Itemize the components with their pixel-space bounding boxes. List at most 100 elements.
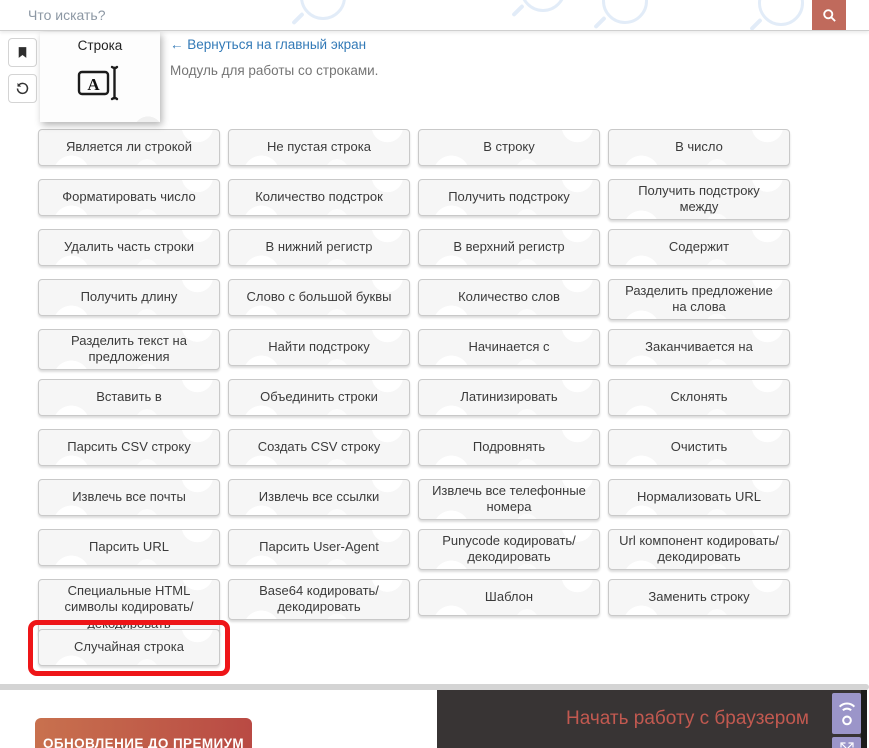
search-button[interactable] bbox=[812, 0, 846, 30]
function-grid: Является ли строкой Не пустая строка В стр… bbox=[28, 129, 794, 679]
browser-promo-panel: Начать работу с браузером bbox=[437, 690, 861, 748]
function-button[interactable]: Количество слов bbox=[418, 279, 600, 316]
scrollbar[interactable] bbox=[861, 690, 867, 748]
function-button[interactable]: Punycode кодировать/ декодировать bbox=[418, 529, 600, 570]
function-button[interactable]: Объединить строки bbox=[228, 379, 410, 416]
grid-cell: Парсить URL bbox=[38, 529, 220, 579]
function-button[interactable]: Форматировать число bbox=[38, 179, 220, 216]
function-button[interactable]: В число bbox=[608, 129, 790, 166]
string-type-icon: A bbox=[40, 63, 160, 108]
grid-cell: Шаблон bbox=[418, 579, 600, 629]
function-button[interactable]: Извлечь все телефонные номера bbox=[418, 479, 600, 520]
function-button[interactable]: Найти подстроку bbox=[228, 329, 410, 366]
grid-cell: Объединить строки bbox=[228, 379, 410, 429]
svg-text:A: A bbox=[87, 75, 100, 94]
grid-cell: Количество слов bbox=[418, 279, 600, 329]
back-link[interactable]: ← Вернуться на главный экран bbox=[170, 37, 366, 52]
function-button[interactable]: Парсить User-Agent bbox=[228, 529, 410, 566]
grid-cell: Создать CSV строку bbox=[228, 429, 410, 479]
premium-upgrade-button[interactable]: ОБНОВЛЕНИЕ ДО ПРЕМИУМ bbox=[35, 718, 252, 748]
grid-cell: Склонять bbox=[608, 379, 790, 429]
grid-cell: Специальные HTML символы кодировать/деко… bbox=[38, 579, 220, 636]
grid-cell: Парсить User-Agent bbox=[228, 529, 410, 579]
fullscreen-icon bbox=[838, 740, 856, 748]
function-button[interactable]: Парсить URL bbox=[38, 529, 220, 566]
search-icon bbox=[822, 8, 837, 23]
function-button[interactable]: Подровнять bbox=[418, 429, 600, 466]
function-button[interactable]: Создать CSV строку bbox=[228, 429, 410, 466]
function-button[interactable]: Количество подстрок bbox=[228, 179, 410, 216]
grid-cell: Форматировать число bbox=[38, 179, 220, 229]
function-button[interactable]: Разделить текст на предложения bbox=[38, 329, 220, 370]
function-button[interactable]: Нормализовать URL bbox=[608, 479, 790, 516]
function-button-highlighted[interactable]: Случайная строка bbox=[28, 620, 230, 676]
function-button[interactable]: Заменить строку bbox=[608, 579, 790, 616]
module-card-stroka[interactable]: Строка A bbox=[40, 32, 160, 122]
function-button[interactable]: Получить длину bbox=[38, 279, 220, 316]
function-button[interactable]: Начинается с bbox=[418, 329, 600, 366]
function-button[interactable]: Склонять bbox=[608, 379, 790, 416]
grid-cell: Base64 кодировать/ декодировать bbox=[228, 579, 410, 629]
grid-cell: Подровнять bbox=[418, 429, 600, 479]
function-button[interactable]: Слово с большой буквы bbox=[228, 279, 410, 316]
function-button[interactable]: Извлечь все почты bbox=[38, 479, 220, 516]
grid-cell: В нижний регистр bbox=[228, 229, 410, 279]
grid-cell: Нормализовать URL bbox=[608, 479, 790, 529]
fullscreen-button[interactable] bbox=[832, 737, 861, 748]
cast-icon bbox=[836, 698, 858, 730]
grid-cell: Содержит bbox=[608, 229, 790, 279]
grid-cell: Заканчивается на bbox=[608, 329, 790, 379]
function-button[interactable]: Специальные HTML символы кодировать/деко… bbox=[38, 579, 220, 636]
search-header bbox=[0, 0, 869, 31]
grid-cell: Заменить строку bbox=[608, 579, 790, 629]
function-button[interactable]: Парсить CSV строку bbox=[38, 429, 220, 466]
grid-cell: Получить длину bbox=[38, 279, 220, 329]
grid-cell: Получить подстроку между bbox=[608, 179, 790, 229]
grid-cell: В верхний регистр bbox=[418, 229, 600, 279]
start-browser-link[interactable]: Начать работу с браузером bbox=[566, 708, 809, 730]
function-button[interactable]: В строку bbox=[418, 129, 600, 166]
function-button[interactable]: Base64 кодировать/ декодировать bbox=[228, 579, 410, 620]
grid-cell: Найти подстроку bbox=[228, 329, 410, 379]
function-button[interactable]: Вставить в bbox=[38, 379, 220, 416]
function-button[interactable]: Не пустая строка bbox=[228, 129, 410, 166]
function-button[interactable]: Получить подстроку bbox=[418, 179, 600, 216]
cast-button[interactable] bbox=[832, 693, 861, 734]
function-button[interactable]: Разделить предложение на слова bbox=[608, 279, 790, 320]
grid-cell: В строку bbox=[418, 129, 600, 179]
function-button[interactable]: Является ли строкой bbox=[38, 129, 220, 166]
bookmark-icon bbox=[16, 45, 29, 60]
grid-cell: Разделить текст на предложения bbox=[38, 329, 220, 379]
grid-cell: Слово с большой буквы bbox=[228, 279, 410, 329]
grid-cell: Извлечь все ссылки bbox=[228, 479, 410, 529]
grid-cell: Извлечь все телефонные номера bbox=[418, 479, 600, 529]
function-button[interactable]: Извлечь все ссылки bbox=[228, 479, 410, 516]
page: Строка A ← Вернуться на главный экран Мо… bbox=[0, 0, 869, 748]
search-input[interactable] bbox=[0, 0, 800, 30]
grid-cell: Разделить предложение на слова bbox=[608, 279, 790, 329]
grid-cell: В число bbox=[608, 129, 790, 179]
function-button[interactable]: Получить подстроку между bbox=[608, 179, 790, 220]
history-button[interactable] bbox=[8, 74, 37, 103]
function-button[interactable]: Удалить часть строки bbox=[38, 229, 220, 266]
grid-cell: Количество подстрок bbox=[228, 179, 410, 229]
grid-cell: Начинается с bbox=[418, 329, 600, 379]
grid-cell: Url компонент кодировать/ декодировать bbox=[608, 529, 790, 579]
function-button[interactable]: В верхний регистр bbox=[418, 229, 600, 266]
function-button[interactable]: Латинизировать bbox=[418, 379, 600, 416]
function-button[interactable]: Заканчивается на bbox=[608, 329, 790, 366]
function-button[interactable]: Содержит bbox=[608, 229, 790, 266]
grid-cell: Не пустая строка bbox=[228, 129, 410, 179]
grid-cell: Вставить в bbox=[38, 379, 220, 429]
bookmark-button[interactable] bbox=[8, 38, 37, 67]
grid-cell: Удалить часть строки bbox=[38, 229, 220, 279]
function-button[interactable]: Url компонент кодировать/ декодировать bbox=[608, 529, 790, 570]
grid-cell: Является ли строкой bbox=[38, 129, 220, 179]
function-button[interactable]: Очистить bbox=[608, 429, 790, 466]
function-button[interactable]: Шаблон bbox=[418, 579, 600, 616]
grid-cell: Извлечь все почты bbox=[38, 479, 220, 529]
grid-cell: Латинизировать bbox=[418, 379, 600, 429]
function-button[interactable]: В нижний регистр bbox=[228, 229, 410, 266]
grid-cell: Получить подстроку bbox=[418, 179, 600, 229]
grid-cell: Парсить CSV строку bbox=[38, 429, 220, 479]
